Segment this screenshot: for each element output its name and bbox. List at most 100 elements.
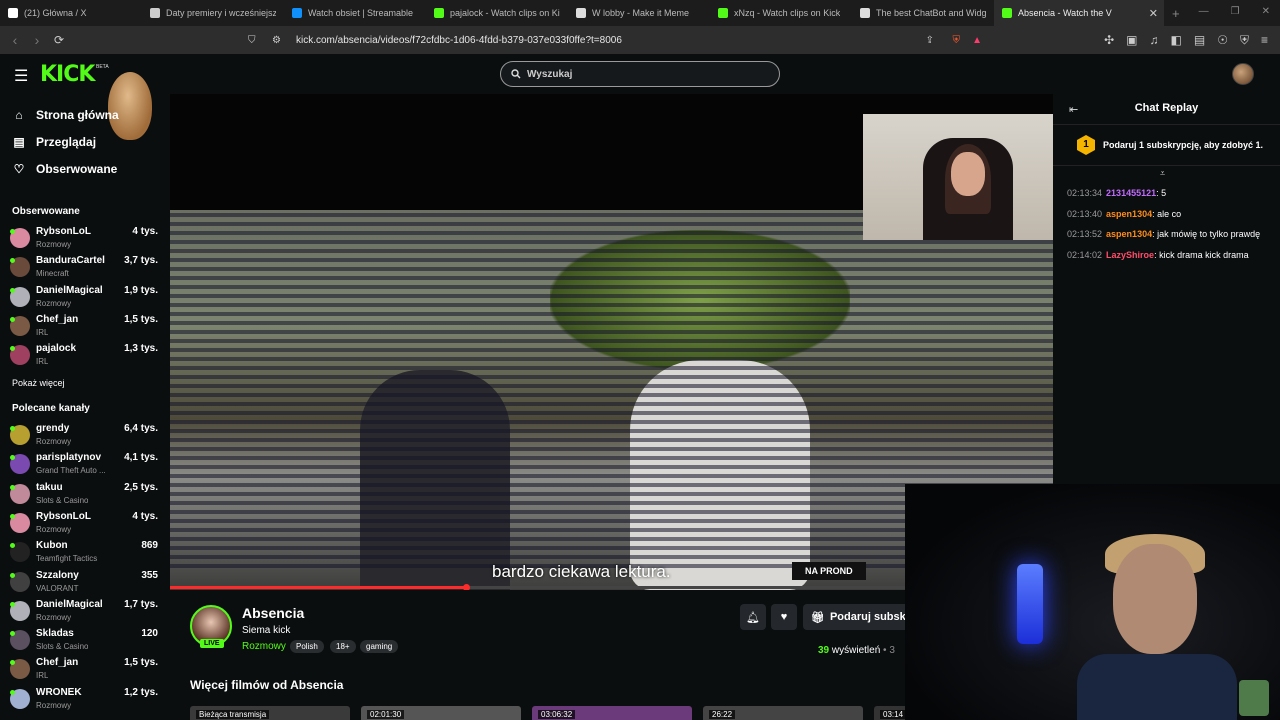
minimize-icon[interactable]: —: [1199, 6, 1209, 17]
channel-category: Grand Theft Auto ...: [36, 466, 106, 476]
browser-menu-icon[interactable]: ≡: [1261, 33, 1268, 48]
sidebar-channel[interactable]: takuu Slots & Casino 2,5 tys.: [10, 480, 162, 509]
browser-tab[interactable]: xNzq - Watch clips on Kick: [710, 0, 852, 26]
reload-icon[interactable]: ⟳: [48, 33, 70, 47]
sidebar-nav-item[interactable]: ▤ Przeglądaj: [12, 135, 96, 149]
sidebar-channel[interactable]: DanielMagical Rozmowy 1,7 tys.: [10, 597, 162, 626]
notification-button[interactable]: 🔔︎: [740, 604, 766, 630]
gift-rank-badge: 1: [1077, 135, 1095, 155]
extensions-icon[interactable]: ✣: [1104, 33, 1114, 48]
sidebar-channel[interactable]: grendy Rozmowy 6,4 tys.: [10, 421, 162, 450]
video-thumbnail[interactable]: 26:22: [703, 706, 863, 720]
channel-category: Slots & Casino: [36, 495, 89, 505]
restore-icon[interactable]: ❐: [1231, 6, 1240, 17]
live-dot-icon: [10, 287, 15, 293]
sidebar-channel[interactable]: Szzalony VALORANT 355: [10, 568, 162, 597]
live-dot-icon: [10, 316, 15, 322]
sidebar-nav-item[interactable]: ♡ Obserwowane: [12, 162, 118, 176]
share-icon[interactable]: ⇪: [926, 35, 934, 46]
chat-username[interactable]: aspen1304: [1106, 229, 1152, 239]
channel-category: Rozmowy: [36, 612, 72, 622]
kick-logo[interactable]: KICK: [40, 62, 95, 87]
browser-tab[interactable]: The best ChatBot and Widgets: [852, 0, 994, 26]
heart-icon: ♡: [13, 162, 25, 176]
chat-text: : jak mówię to tylko prawdę: [1152, 229, 1261, 240]
gift-sub-banner[interactable]: 1 Podaruj 1 subskrypcję, aby zdobyć 1.: [1053, 124, 1280, 166]
thumbnail-label: 03:14: [880, 710, 907, 719]
browser-tab[interactable]: Watch obsiet | Streamable: [284, 0, 426, 26]
sidebar-nav-item[interactable]: ⌂ Strona główna: [12, 108, 118, 122]
follow-button[interactable]: ♥: [771, 604, 797, 630]
tag-gaming[interactable]: gaming: [360, 640, 399, 653]
chat-username[interactable]: 2131455121: [1106, 188, 1156, 198]
back-icon[interactable]: ‹: [4, 32, 26, 48]
gift-banner-text: Podaruj 1 subskrypcję, aby zdobyć 1.: [1103, 140, 1264, 150]
screenshot-icon[interactable]: ▣: [1126, 33, 1137, 48]
video-scanline: [170, 267, 1053, 271]
live-dot-icon: [10, 229, 15, 234]
music-icon[interactable]: ♫: [1150, 33, 1159, 48]
forward-icon[interactable]: ›: [26, 32, 48, 48]
window-controls: — ❐ ✕: [1199, 6, 1270, 17]
hamburger-menu-icon[interactable]: ☰: [14, 66, 28, 86]
tab-title: Absencia - Watch the V: [1018, 8, 1112, 18]
close-tab-icon[interactable]: ✕: [1149, 7, 1158, 20]
new-tab-button[interactable]: +: [1172, 6, 1180, 21]
sidebar-channel[interactable]: BanduraCartel Minecraft 3,7 tys.: [10, 253, 162, 282]
bookmark-icon[interactable]: ⛉: [248, 35, 256, 46]
sidebar-channel[interactable]: DanielMagical Rozmowy 1,9 tys.: [10, 283, 162, 312]
vpn-icon[interactable]: ⛨: [1240, 33, 1249, 48]
url-field[interactable]: ⛉ ⚙ kick.com/absencia/videos/f72cfdbc-1d…: [242, 30, 990, 50]
logo-beta-badge: BETA: [96, 64, 109, 70]
site-info-icon[interactable]: ⚙: [272, 35, 281, 46]
sidebar-toggle-icon[interactable]: ◧: [1171, 33, 1182, 48]
followed-section-title: Obserwowane: [12, 206, 80, 217]
sidebar-channel[interactable]: pajalock IRL 1,3 tys.: [10, 341, 162, 370]
browser-tab[interactable]: W lobby - Make it Meme: [568, 0, 710, 26]
browser-tab[interactable]: Daty premiery i wcześniejszy d: [142, 0, 284, 26]
browser-tab[interactable]: pajalock - Watch clips on Kick: [426, 0, 568, 26]
channel-category: Rozmowy: [36, 700, 72, 710]
sidebar-channel[interactable]: Chef_jan IRL 1,5 tys.: [10, 655, 162, 684]
tab-favicon-icon: [860, 8, 870, 18]
leo-icon[interactable]: ☉: [1217, 33, 1228, 48]
sidebar-channel[interactable]: Kubon Teamfight Tactics 869: [10, 538, 162, 567]
show-more-link[interactable]: Pokaż więcej: [12, 378, 65, 388]
tab-favicon-icon: [1002, 8, 1012, 18]
video-thumbnail[interactable]: 02:01:30: [361, 706, 521, 720]
wallet-icon[interactable]: ▤: [1194, 33, 1205, 48]
sidebar-channel[interactable]: RybsonLoL Rozmowy 4 tys.: [10, 224, 162, 253]
sidebar-channel[interactable]: parisplatynov Grand Theft Auto ... 4,1 tys…: [10, 450, 162, 479]
gift-sub-label: Podaruj subskr: [829, 611, 911, 623]
channel-name[interactable]: Absencia: [242, 605, 304, 621]
close-window-icon[interactable]: ✕: [1262, 6, 1270, 17]
pinned-toggle-icon[interactable]: ⩡: [1160, 168, 1165, 179]
user-avatar[interactable]: [1232, 63, 1254, 85]
video-scanline: [170, 249, 1053, 253]
video-scanline: [170, 438, 1053, 442]
sidebar-channel[interactable]: WRONEK Rozmowy 1,2 tys.: [10, 685, 162, 714]
collapse-chat-icon[interactable]: ⇤: [1069, 103, 1078, 116]
thumbnail-label: 03:06:32: [538, 710, 576, 719]
tag-18plus[interactable]: 18+: [330, 640, 356, 653]
browser-tab[interactable]: Absencia - Watch the V ✕: [994, 0, 1164, 26]
sidebar-channel[interactable]: Skladas Slots & Casino 120: [10, 626, 162, 655]
tag-polish[interactable]: Polish: [290, 640, 324, 653]
video-scanline: [170, 384, 1053, 388]
channel-name: RybsonLoL: [36, 226, 91, 237]
chat-username[interactable]: LazyShiroe: [1106, 250, 1154, 260]
sidebar-channel[interactable]: RybsonLoL Rozmowy 4 tys.: [10, 509, 162, 538]
rewards-icon[interactable]: ▲: [972, 35, 982, 46]
brave-shield-icon[interactable]: ⛨: [953, 35, 961, 46]
gift-sub-button[interactable]: 🎁︎ Podaruj subskr: [803, 604, 913, 630]
stream-category[interactable]: Rozmowy: [242, 641, 286, 652]
video-thumbnail[interactable]: Bieżąca transmisja: [190, 706, 350, 720]
search-input[interactable]: Wyszukaj: [500, 61, 780, 87]
video-scanline: [170, 366, 1053, 370]
browser-tab[interactable]: (21) Główna / X: [0, 0, 142, 26]
video-scanline: [170, 240, 1053, 244]
sidebar-channel[interactable]: Chef_jan IRL 1,5 tys.: [10, 312, 162, 341]
channel-name: grendy: [36, 423, 70, 434]
video-thumbnail[interactable]: 03:06:32: [532, 706, 692, 720]
chat-username[interactable]: aspen1304: [1106, 209, 1152, 219]
